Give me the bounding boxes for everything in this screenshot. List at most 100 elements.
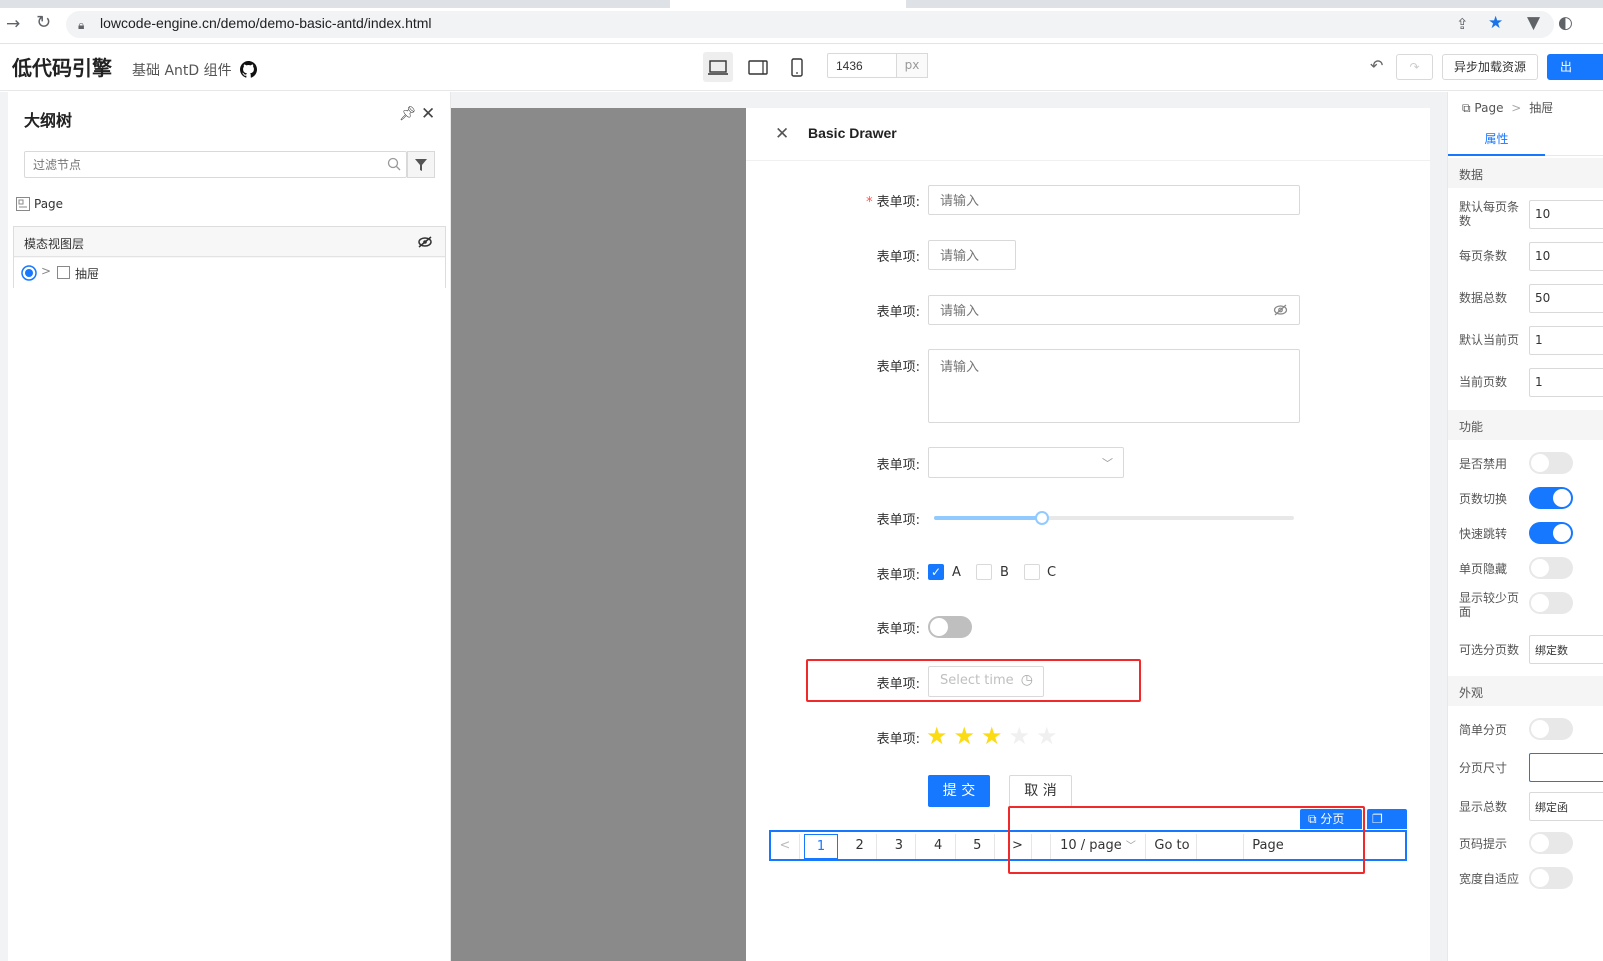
publish-button[interactable]: 出 [1547, 54, 1603, 80]
breadcrumb-current: 抽屉 [1529, 101, 1554, 115]
section-feature[interactable]: 功能 [1448, 410, 1603, 440]
prop-switch[interactable] [1529, 557, 1573, 579]
tablet-device-button[interactable] [743, 52, 773, 82]
checkbox-a[interactable]: ✓ [928, 564, 944, 580]
outline-pane [8, 92, 451, 961]
page-item[interactable]: 2 [843, 834, 878, 859]
prop-select-size[interactable] [1529, 753, 1603, 782]
prop-input-page-size-options[interactable]: 绑定数 [1529, 635, 1603, 664]
form-label-6: 表单项: [800, 509, 920, 528]
switch-knob [1531, 454, 1549, 472]
section-appearance[interactable]: 外观 [1448, 676, 1603, 706]
modal-layer-header[interactable]: 模态视图层 [14, 227, 445, 257]
tab-underline [1545, 155, 1603, 156]
page-icon [16, 197, 30, 211]
star-icon[interactable]: ★ [954, 724, 976, 748]
lock-icon[interactable]: 🔒︎ [78, 15, 84, 35]
drawer-title: Basic Drawer [808, 125, 897, 141]
reload-icon[interactable]: ↻ [36, 13, 51, 33]
browser-menu-icon[interactable]: ◐ [1558, 13, 1573, 33]
password-input[interactable] [928, 295, 1300, 325]
form-switch[interactable] [928, 616, 972, 638]
eye-hidden-icon[interactable] [418, 236, 432, 248]
chevron-right-icon[interactable]: > [41, 264, 51, 278]
radio-selected-icon[interactable] [21, 265, 37, 281]
extension-icon[interactable]: ▼ [1527, 13, 1540, 33]
drawer-mask[interactable] [451, 108, 746, 961]
prop-switch[interactable] [1529, 487, 1573, 509]
async-load-button[interactable]: 异步加载资源 [1442, 54, 1538, 80]
copy-icon[interactable]: ❐ [1372, 812, 1383, 826]
number-input[interactable] [928, 240, 1016, 270]
switch-knob [1553, 489, 1571, 507]
cancel-button[interactable]: 取 消 [1009, 775, 1072, 807]
slider-rail[interactable] [934, 511, 1294, 525]
star-icon[interactable]: ★ [1036, 724, 1058, 748]
share-icon[interactable]: ⇪ [1456, 14, 1469, 34]
prop-switch[interactable] [1529, 452, 1573, 474]
bookmark-star-icon[interactable]: ★ [1488, 13, 1503, 33]
star-icon[interactable]: ★ [926, 724, 948, 748]
tab-properties[interactable]: 属性 [1448, 124, 1545, 156]
url-text[interactable]: lowcode-engine.cn/demo/demo-basic-antd/i… [100, 15, 432, 31]
prop-number-input[interactable]: 10 [1529, 200, 1603, 229]
prop-switch[interactable] [1529, 592, 1573, 614]
switch-simple[interactable] [1529, 718, 1573, 740]
chevron-down-icon: ﹀ [1102, 457, 1113, 470]
form-label-text: 表单项 [876, 568, 916, 583]
switch-knob [1531, 720, 1549, 738]
form-label-colon: : [915, 568, 920, 583]
pagination-prev[interactable]: < [771, 834, 800, 859]
switch-tip[interactable] [1529, 832, 1573, 854]
form-label-colon: : [915, 360, 920, 375]
slider-track [934, 516, 1042, 520]
filter-button[interactable] [407, 151, 435, 178]
submit-button[interactable]: 提 交 [928, 775, 990, 807]
switch-responsive[interactable] [1529, 867, 1573, 889]
prop-label: 单页隐藏 [1459, 562, 1508, 576]
outline-root-node[interactable]: Page [16, 197, 63, 211]
prop-switch[interactable] [1529, 522, 1573, 544]
prop-number-input[interactable]: 10 [1529, 242, 1603, 271]
select-input[interactable]: ﹀ [928, 447, 1124, 478]
github-icon[interactable] [240, 61, 258, 78]
star-icon[interactable]: ★ [1009, 724, 1031, 748]
page-item[interactable]: 1 [804, 834, 838, 859]
forward-arrow-icon[interactable]: → [6, 14, 20, 34]
prop-input-show-total[interactable]: 绑定函 [1529, 792, 1603, 821]
prop-label: 每页条数 [1459, 249, 1508, 263]
page-item[interactable]: 4 [922, 834, 956, 859]
outline-drawer-node[interactable]: > 抽屉 [14, 258, 445, 288]
textarea-input[interactable] [928, 349, 1300, 423]
prop-number-input[interactable]: 1 [1529, 326, 1603, 355]
form-label-text: 表单项 [876, 513, 916, 528]
slider-handle[interactable] [1035, 511, 1049, 525]
page-item[interactable]: 3 [882, 834, 917, 859]
drawer-close-icon[interactable]: ✕ [775, 124, 789, 144]
desktop-device-button[interactable] [703, 52, 733, 82]
star-icon[interactable]: ★ [981, 724, 1003, 748]
close-pane-icon[interactable]: ✕ [421, 104, 435, 124]
eye-invisible-icon[interactable] [1273, 303, 1288, 317]
text-input[interactable] [928, 185, 1300, 215]
prop-number-input[interactable]: 1 [1529, 368, 1603, 397]
phone-device-button[interactable] [782, 52, 812, 82]
redo-button[interactable]: ↷ [1396, 54, 1433, 80]
outline-filter-input[interactable] [24, 151, 407, 178]
breadcrumb-root[interactable]: Page [1474, 101, 1503, 115]
breadcrumb-separator-icon: > [1511, 101, 1522, 115]
prop-number-input[interactable]: 50 [1529, 284, 1603, 313]
page-item[interactable]: 5 [961, 834, 995, 859]
highlight-box-pagination [1008, 806, 1365, 874]
section-data[interactable]: 数据 [1448, 158, 1603, 188]
checkbox-c[interactable] [1024, 564, 1040, 580]
form-label-5: 表单项: [800, 454, 920, 473]
active-tab[interactable] [670, 0, 906, 8]
undo-icon[interactable]: ↶ [1370, 56, 1383, 76]
canvas-width-input[interactable] [827, 53, 897, 78]
form-label-10: 表单项: [800, 728, 920, 747]
pin-icon[interactable]: 📌︎ [399, 104, 417, 124]
form-label-8: 表单项: [800, 618, 920, 637]
checkbox-b[interactable] [976, 564, 992, 580]
form-label-7: 表单项: [800, 564, 920, 583]
